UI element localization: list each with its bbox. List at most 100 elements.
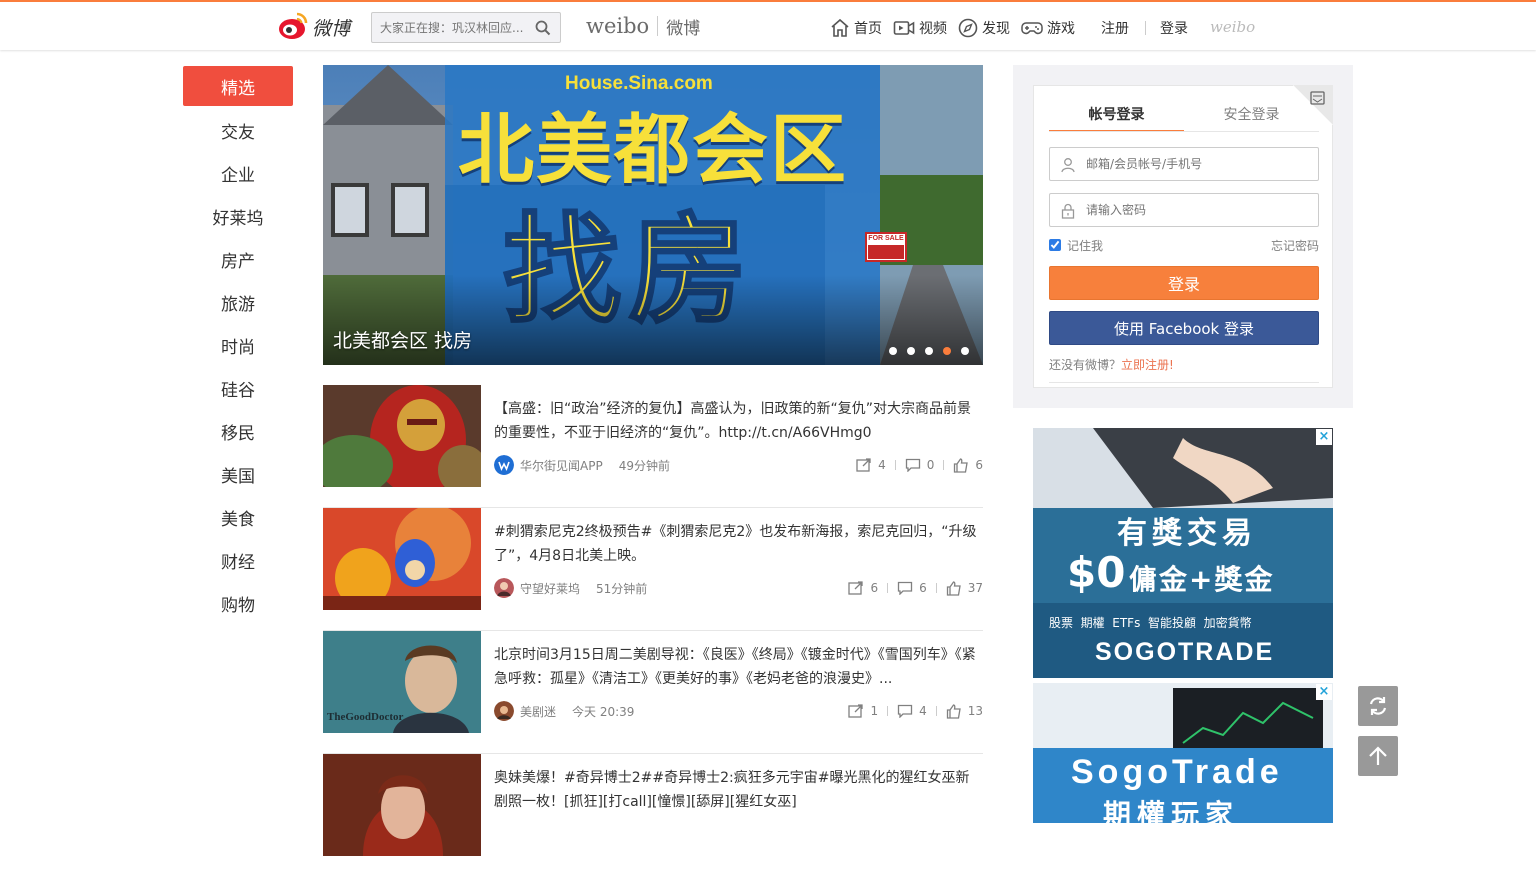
repost-button[interactable]: 6 — [848, 581, 878, 595]
carousel-dot[interactable] — [889, 347, 897, 355]
channel-travel[interactable]: 旅游 — [183, 281, 293, 324]
post-thumbnail[interactable] — [323, 508, 481, 610]
tab-account-login[interactable]: 帐号登录 — [1049, 102, 1184, 132]
channel-finance[interactable]: 财经 — [183, 539, 293, 582]
nav-games[interactable]: 游戏 — [1021, 15, 1075, 41]
comment-icon — [897, 704, 913, 718]
post-author[interactable]: 守望好莱坞 — [520, 580, 580, 597]
search-icon[interactable] — [535, 20, 551, 40]
post-stats: 4 0 6 — [856, 457, 983, 473]
repost-count: 4 — [878, 458, 886, 472]
post-meta: 美剧迷 今天 20:39 1 4 13 — [494, 701, 983, 721]
ad-tags: 股票 期權 ETFs 智能投顧 加密貨幣 — [1049, 616, 1252, 630]
logo-text: 微博 — [312, 18, 351, 40]
channel-usa[interactable]: 美国 — [183, 453, 293, 496]
like-button[interactable]: 37 — [946, 580, 983, 596]
avatar[interactable] — [494, 578, 514, 598]
sale-sign: FOR SALE — [868, 235, 904, 242]
weibo-mark-logo[interactable]: weibo — [1210, 18, 1255, 36]
post-thumbnail[interactable] — [323, 754, 481, 856]
post-meta: 华尔街见闻APP 49分钟前 4 0 6 — [494, 455, 983, 475]
channel-immigration[interactable]: 移民 — [183, 410, 293, 453]
post-text[interactable]: 奥妹美爆！#奇异博士2##奇异博士2:疯狂多元宇宙#曝光黑化的猩红女巫新剧照一枚… — [494, 766, 982, 814]
signup-link[interactable]: 立即注册! — [1121, 358, 1174, 372]
search-input[interactable] — [380, 18, 528, 38]
channel-hollywood[interactable]: 好莱坞 — [183, 195, 293, 238]
feed-item[interactable]: 【高盛：旧“政治”经济的复仇】高盛认为，旧政策的新“复仇”对大宗商品前景的重要性… — [323, 385, 983, 508]
compass-icon — [958, 18, 978, 38]
ad-banner-sogotrade[interactable]: 有獎交易 $0 傭金+獎金 股票 期權 ETFs 智能投顧 加密貨幣 SOGOT… — [1033, 428, 1333, 678]
video-icon — [893, 21, 915, 35]
remember-label[interactable]: 记住我 — [1067, 237, 1103, 254]
register-link[interactable]: 注册 — [1101, 15, 1129, 41]
post-time: 今天 20:39 — [572, 704, 635, 719]
username-input[interactable] — [1086, 155, 1306, 173]
nav-discover-label: 发现 — [982, 21, 1010, 37]
comment-button[interactable]: 4 — [897, 704, 927, 718]
post-author[interactable]: 美剧迷 — [520, 703, 556, 720]
password-field — [1049, 193, 1319, 227]
brand-wordmark: weibo 微博 — [586, 13, 700, 39]
facebook-login-button[interactable]: 使用 Facebook 登录 — [1049, 311, 1319, 345]
like-button[interactable]: 13 — [946, 703, 983, 719]
post-text[interactable]: 【高盛：旧“政治”经济的复仇】高盛认为，旧政策的新“复仇”对大宗商品前景的重要性… — [494, 397, 982, 445]
channel-featured[interactable]: 精选 — [183, 66, 293, 106]
thumbs-up-icon — [954, 457, 969, 473]
repost-count: 1 — [870, 704, 879, 718]
carousel-dot[interactable] — [961, 347, 969, 355]
channel-food[interactable]: 美食 — [183, 496, 293, 539]
remember-checkbox[interactable] — [1049, 239, 1061, 251]
channel-fashion[interactable]: 时尚 — [183, 324, 293, 367]
tab-secure-login[interactable]: 安全登录 — [1184, 102, 1319, 132]
comment-button[interactable]: 0 — [905, 458, 935, 472]
carousel-dot-active[interactable] — [943, 347, 951, 355]
feed-item[interactable]: #刺猬索尼克2终极预告#《刺猬索尼克2》也发布新海报，索尼克回归，“升级了”，4… — [323, 508, 983, 631]
channel-realestate[interactable]: 房产 — [183, 238, 293, 281]
post-text[interactable]: 北京时间3月15日周二美剧导视：《良医》《终局》《镀金时代》《雪国列车》《紧急呼… — [494, 643, 982, 691]
login-button[interactable]: 登录 — [1049, 266, 1319, 300]
repost-button[interactable]: 1 — [848, 704, 878, 718]
channel-business[interactable]: 企业 — [183, 152, 293, 195]
comment-count: 6 — [919, 581, 927, 595]
nav-home-label: 首页 — [854, 21, 882, 37]
ad-close-icon[interactable]: × — [1316, 684, 1332, 700]
nav-video-label: 视频 — [919, 21, 947, 37]
channel-silicon-valley[interactable]: 硅谷 — [183, 367, 293, 410]
avatar[interactable] — [494, 455, 514, 475]
carousel-dots — [879, 347, 969, 355]
nav-discover[interactable]: 发现 — [958, 15, 1010, 41]
refresh-button[interactable] — [1358, 686, 1398, 726]
home-icon — [831, 18, 849, 37]
channel-dating[interactable]: 交友 — [183, 109, 293, 152]
banner-carousel[interactable]: House.Sina.com 北美都会区 找房 FOR SALE 北美都会区 找… — [323, 65, 983, 365]
forgot-password-link[interactable]: 忘记密码 — [1271, 237, 1319, 254]
comment-button[interactable]: 6 — [897, 581, 927, 595]
avatar[interactable] — [494, 701, 514, 721]
like-count: 13 — [967, 704, 983, 718]
login-link[interactable]: 登录 — [1160, 15, 1188, 41]
nav-video[interactable]: 视频 — [893, 15, 947, 41]
news-feed: 【高盛：旧“政治”经济的复仇】高盛认为，旧政策的新“复仇”对大宗商品前景的重要性… — [323, 385, 983, 877]
signup-prompt-text: 还没有微博？ — [1049, 358, 1122, 372]
banner-caption: 北美都会区 找房 — [333, 330, 473, 352]
carousel-dot[interactable] — [925, 347, 933, 355]
weibo-logo[interactable]: 微博 — [277, 10, 359, 42]
repost-button[interactable]: 4 — [856, 458, 886, 472]
ad-close-icon[interactable]: × — [1316, 429, 1332, 445]
search-box — [371, 12, 561, 43]
ad-banner-sogotrade-options[interactable]: SogoTrade 期權玩家 × — [1033, 683, 1333, 823]
post-thumbnail[interactable]: TheGoodDoctor — [323, 631, 481, 733]
channel-shopping[interactable]: 购物 — [183, 582, 293, 625]
feed-item[interactable]: TheGoodDoctor 北京时间3月15日周二美剧导视：《良医》《终局》《镀… — [323, 631, 983, 754]
post-text[interactable]: #刺猬索尼克2终极预告#《刺猬索尼克2》也发布新海报，索尼克回归，“升级了”，4… — [494, 520, 982, 568]
carousel-dot[interactable] — [907, 347, 915, 355]
nav-home[interactable]: 首页 — [830, 15, 882, 41]
ad-headline: 有獎交易 — [1117, 516, 1257, 551]
back-to-top-button[interactable] — [1358, 736, 1398, 776]
post-thumbnail[interactable] — [323, 385, 481, 487]
post-author[interactable]: 华尔街见闻APP — [520, 457, 603, 474]
like-button[interactable]: 6 — [953, 457, 983, 473]
lock-icon — [1061, 203, 1075, 219]
comment-count: 0 — [926, 458, 935, 472]
password-input[interactable] — [1086, 201, 1306, 219]
